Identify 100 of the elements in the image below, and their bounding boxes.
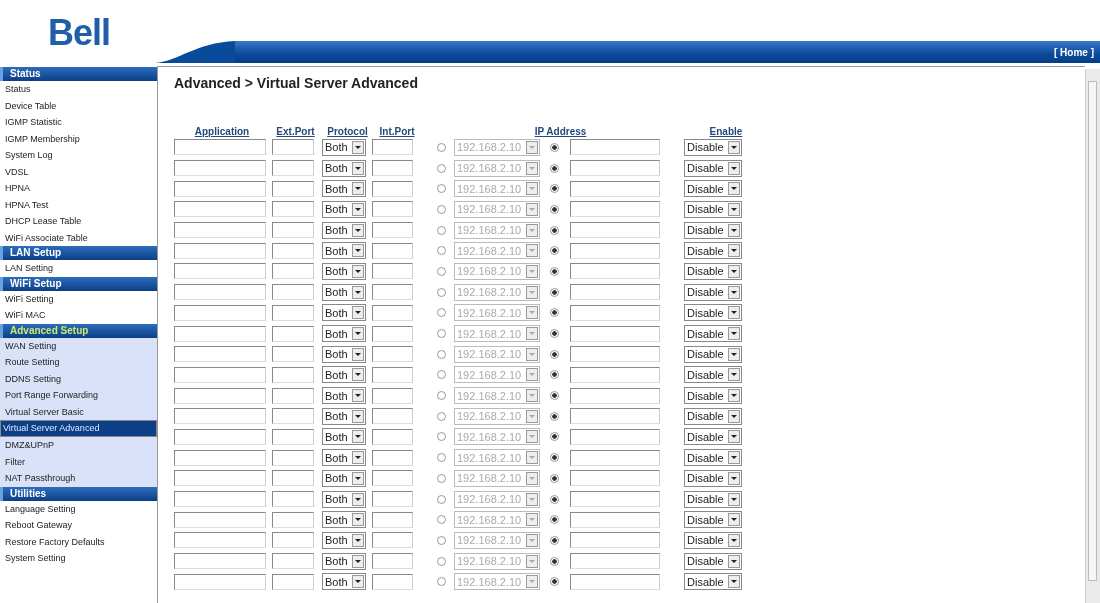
ip-address-field[interactable]	[570, 346, 660, 363]
int-port-field[interactable]	[372, 387, 413, 404]
enable-dropdown[interactable]: Disable	[684, 531, 742, 549]
sidebar-item[interactable]: Reboot Gateway	[0, 517, 157, 534]
application-field[interactable]	[174, 139, 266, 156]
ext-port-field[interactable]	[272, 304, 314, 321]
enable-dropdown[interactable]: Disable	[684, 221, 742, 239]
sidebar-item[interactable]: Route Setting	[0, 354, 157, 371]
sidebar-item[interactable]: Restore Factory Defaults	[0, 533, 157, 550]
int-port-field[interactable]	[372, 408, 413, 425]
radio-button[interactable]	[437, 473, 446, 483]
enable-dropdown[interactable]: Disable	[684, 180, 742, 198]
ip-address-field[interactable]	[570, 284, 660, 301]
radio-button[interactable]	[550, 473, 559, 483]
protocol-dropdown[interactable]: Both	[322, 366, 366, 384]
radio-button[interactable]	[437, 246, 446, 256]
ext-port-field[interactable]	[272, 201, 314, 218]
application-field[interactable]	[174, 180, 266, 197]
int-port-field[interactable]	[372, 449, 413, 466]
home-link[interactable]: [ Home ]	[1054, 46, 1094, 58]
ip-address-field[interactable]	[570, 491, 660, 508]
sidebar-item[interactable]: VDSL	[0, 163, 157, 180]
protocol-dropdown[interactable]: Both	[322, 180, 366, 198]
radio-button[interactable]	[550, 308, 559, 318]
ip-address-field[interactable]	[570, 387, 660, 404]
ext-port-field[interactable]	[272, 408, 314, 425]
radio-button[interactable]	[437, 556, 446, 566]
ext-port-field[interactable]	[272, 470, 314, 487]
enable-dropdown[interactable]: Disable	[684, 428, 742, 446]
protocol-dropdown[interactable]: Both	[322, 283, 366, 301]
ip-address-field[interactable]	[570, 304, 660, 321]
application-field[interactable]	[174, 573, 266, 590]
protocol-dropdown[interactable]: Both	[322, 138, 366, 156]
ext-port-field[interactable]	[272, 532, 314, 549]
sidebar-item[interactable]: WAN Setting	[0, 337, 157, 354]
radio-button[interactable]	[437, 308, 446, 318]
ip-address-field[interactable]	[570, 366, 660, 383]
radio-button[interactable]	[437, 266, 446, 276]
protocol-dropdown[interactable]: Both	[322, 531, 366, 549]
radio-button[interactable]	[437, 535, 446, 545]
sidebar-item[interactable]: NAT Passthrough	[0, 470, 157, 487]
int-port-field[interactable]	[372, 366, 413, 383]
enable-dropdown[interactable]: Disable	[684, 490, 742, 508]
enable-dropdown[interactable]: Disable	[684, 283, 742, 301]
radio-button[interactable]	[550, 453, 559, 463]
ip-address-field[interactable]	[570, 470, 660, 487]
protocol-dropdown[interactable]: Both	[322, 428, 366, 446]
enable-dropdown[interactable]: Disable	[684, 304, 742, 322]
protocol-dropdown[interactable]: Both	[322, 573, 366, 591]
int-port-field[interactable]	[372, 573, 413, 590]
ip-address-field[interactable]	[570, 325, 660, 342]
enable-dropdown[interactable]: Disable	[684, 511, 742, 529]
ip-address-field[interactable]	[570, 553, 660, 570]
enable-dropdown[interactable]: Disable	[684, 387, 742, 405]
ip-address-field[interactable]	[570, 263, 660, 280]
int-port-field[interactable]	[372, 201, 413, 218]
protocol-dropdown[interactable]: Both	[322, 407, 366, 425]
protocol-dropdown[interactable]: Both	[322, 242, 366, 260]
enable-dropdown[interactable]: Disable	[684, 366, 742, 384]
ip-address-field[interactable]	[570, 180, 660, 197]
sidebar-item[interactable]: WiFi MAC	[0, 307, 157, 324]
sidebar-item[interactable]: Language Setting	[0, 500, 157, 517]
protocol-dropdown[interactable]: Both	[322, 221, 366, 239]
radio-button[interactable]	[550, 204, 559, 214]
ext-port-field[interactable]	[272, 449, 314, 466]
int-port-field[interactable]	[372, 304, 413, 321]
application-field[interactable]	[174, 366, 266, 383]
protocol-dropdown[interactable]: Both	[322, 469, 366, 487]
ext-port-field[interactable]	[272, 346, 314, 363]
radio-button[interactable]	[437, 577, 446, 587]
ip-address-field[interactable]	[570, 428, 660, 445]
sidebar-item[interactable]: IGMP Membership	[0, 130, 157, 147]
radio-button[interactable]	[550, 411, 559, 421]
ext-port-field[interactable]	[272, 222, 314, 239]
ext-port-field[interactable]	[272, 263, 314, 280]
scrollbar[interactable]	[1085, 69, 1100, 603]
ext-port-field[interactable]	[272, 325, 314, 342]
protocol-dropdown[interactable]: Both	[322, 304, 366, 322]
enable-dropdown[interactable]: Disable	[684, 407, 742, 425]
protocol-dropdown[interactable]: Both	[322, 325, 366, 343]
protocol-dropdown[interactable]: Both	[322, 200, 366, 218]
int-port-field[interactable]	[372, 491, 413, 508]
int-port-field[interactable]	[372, 325, 413, 342]
int-port-field[interactable]	[372, 470, 413, 487]
application-field[interactable]	[174, 553, 266, 570]
int-port-field[interactable]	[372, 532, 413, 549]
radio-button[interactable]	[550, 266, 559, 276]
application-field[interactable]	[174, 449, 266, 466]
sidebar-item[interactable]: Virtual Server Basic	[0, 403, 157, 420]
application-field[interactable]	[174, 532, 266, 549]
radio-button[interactable]	[550, 184, 559, 194]
application-field[interactable]	[174, 325, 266, 342]
sidebar-item[interactable]: WiFi Associate Table	[0, 229, 157, 246]
radio-button[interactable]	[550, 163, 559, 173]
int-port-field[interactable]	[372, 511, 413, 528]
application-field[interactable]	[174, 160, 266, 177]
ext-port-field[interactable]	[272, 387, 314, 404]
application-field[interactable]	[174, 284, 266, 301]
sidebar-item[interactable]: Port Range Forwarding	[0, 387, 157, 404]
radio-button[interactable]	[437, 494, 446, 504]
